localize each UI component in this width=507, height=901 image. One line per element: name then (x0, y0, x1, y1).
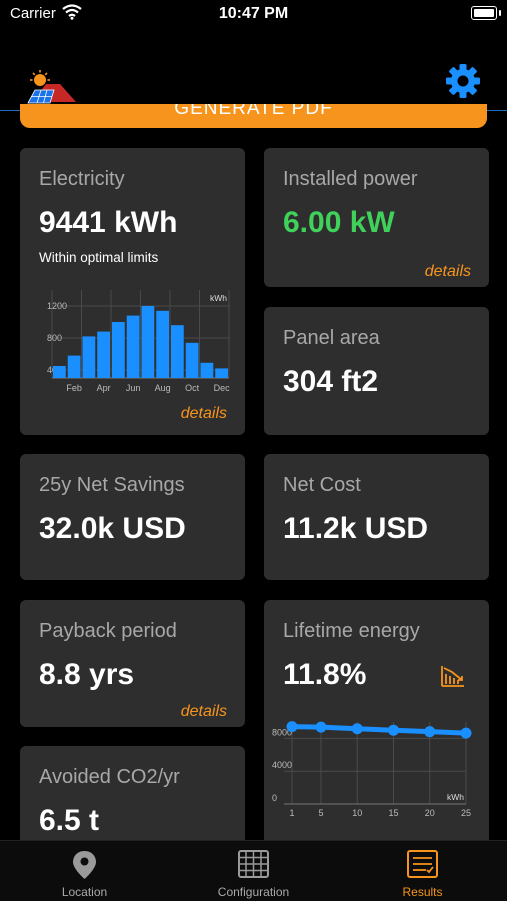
bar-dec (215, 368, 228, 378)
x-tick-label: Oct (185, 383, 200, 393)
data-point (424, 726, 436, 738)
clock: 10:47 PM (218, 5, 289, 22)
status-bar: Carrier 10:47 PM (0, 0, 507, 30)
generate-pdf-label: GENERATE PDF (174, 104, 333, 119)
bar-aug (156, 310, 169, 378)
x-tick-label: 1 (289, 808, 294, 818)
installed-power-details-link[interactable]: details (425, 263, 471, 281)
card-title: Payback period (39, 620, 177, 642)
card-title: Avoided CO2/yr (39, 766, 180, 788)
lifetime-energy-chart: 0400080001 5 10 15 20 25kWh (272, 721, 472, 818)
monthly-electricity-chart: 4008001200FebAprJunAugOctDeckWh (47, 290, 231, 393)
bar-jun (126, 315, 140, 378)
payback-details-link[interactable]: details (181, 703, 227, 721)
lifetime-energy-card[interactable]: Lifetime energy 11.8% 0 4000 8000 1 5 10 15 20 2… (264, 600, 489, 860)
x-tick-label: Apr (97, 383, 111, 393)
card-value: 9441 kWh (39, 206, 178, 239)
battery-icon (471, 6, 501, 20)
data-point (315, 721, 327, 733)
card-subtitle: Within optimal limits (39, 250, 159, 265)
y-unit-label: kWh (210, 293, 227, 303)
tab-label: Results (402, 885, 443, 899)
solar-house-icon[interactable] (26, 70, 76, 106)
electricity-card[interactable]: Electricity 9441 kWh Within optimal limi… (20, 148, 245, 435)
data-point (388, 724, 399, 736)
y-tick-label: 800 (47, 333, 62, 343)
y-tick-label: 4000 (272, 760, 292, 770)
bar-sep (171, 325, 184, 378)
payback-period-card[interactable]: Payback period 8.8 yrs details (20, 600, 245, 727)
card-value: 11.8% (283, 658, 367, 691)
x-tick-label: 10 (352, 808, 362, 818)
card-value: 6.00 kW (283, 206, 395, 239)
declining-chart-icon (441, 666, 464, 687)
data-point (351, 723, 363, 735)
card-value: 6.5 t (39, 804, 100, 837)
card-title: Panel area (283, 327, 380, 349)
card-value: 11.2k USD (283, 512, 429, 545)
x-tick-label: Dec (214, 383, 231, 393)
card-title: 25y Net Savings (39, 474, 185, 496)
bar-jul (141, 306, 155, 378)
tab-bar: Location Configuration Results (0, 840, 507, 901)
net-cost-card[interactable]: Net Cost 11.2k USD (264, 454, 489, 580)
tab-label: Location (61, 885, 108, 899)
x-tick-label: 25 (461, 808, 471, 818)
card-title: Net Cost (283, 474, 361, 496)
solar-panel-icon (238, 850, 269, 878)
card-value: 8.8 yrs (39, 658, 135, 691)
tab-label: Configuration (217, 885, 290, 899)
generate-pdf-button[interactable]: GENERATE PDF (20, 104, 487, 128)
y-tick-label: 0 (272, 793, 277, 803)
results-list-icon (407, 850, 438, 878)
y-unit-label: kWh (447, 792, 464, 802)
x-tick-label: Aug (155, 383, 171, 393)
panel-area-card[interactable]: Panel area 304 ft2 (264, 307, 489, 435)
installed-power-card[interactable]: Installed power 6.00 kW details (264, 148, 489, 287)
card-value: 304 ft2 (283, 365, 379, 398)
card-title: Electricity (39, 168, 125, 190)
x-tick-label: Jun (126, 383, 141, 393)
x-tick-label: Feb (66, 383, 82, 393)
bar-jan (53, 366, 66, 378)
location-pin-icon (73, 851, 96, 879)
bar-feb (67, 355, 81, 378)
tab-results[interactable]: Results (338, 841, 507, 901)
x-tick-label: 20 (425, 808, 435, 818)
electricity-details-link[interactable]: details (181, 405, 227, 423)
bar-apr (97, 331, 110, 378)
card-value: 32.0k USD (39, 512, 186, 545)
data-point (286, 721, 298, 733)
net-savings-card[interactable]: 25y Net Savings 32.0k USD (20, 454, 245, 580)
bar-mar (82, 336, 96, 378)
y-tick-label: 1200 (47, 301, 67, 311)
tab-configuration[interactable]: Configuration (169, 841, 338, 901)
x-tick-label: 5 (318, 808, 323, 818)
tab-location[interactable]: Location (0, 841, 169, 901)
gear-icon[interactable] (444, 62, 482, 100)
x-tick-label: 15 (388, 808, 398, 818)
card-title: Installed power (283, 168, 418, 190)
card-title: Lifetime energy (283, 620, 420, 642)
bar-oct (185, 342, 199, 378)
data-point (460, 727, 472, 739)
bar-may (112, 322, 125, 378)
bar-nov (200, 362, 214, 378)
